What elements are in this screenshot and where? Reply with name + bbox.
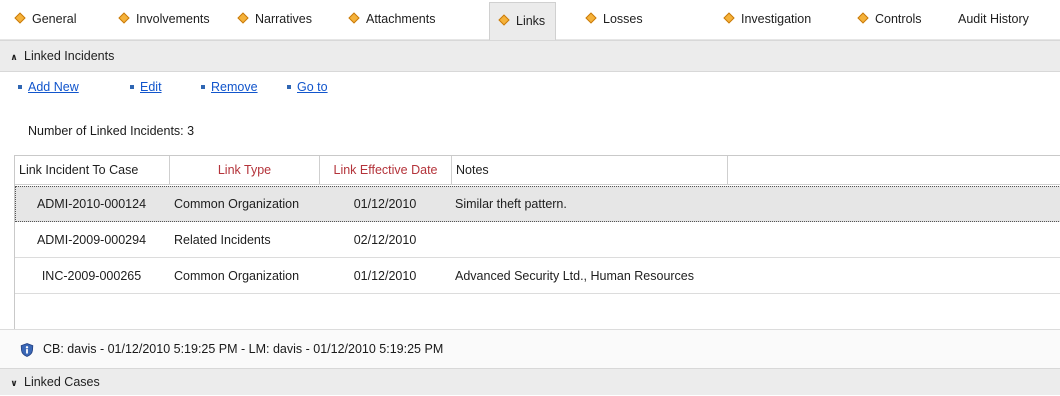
tab-investigation[interactable]: Investigation xyxy=(723,0,811,39)
cell-link-type: Common Organization xyxy=(174,269,300,283)
go-to-button[interactable]: Go to xyxy=(287,80,328,94)
grid-header: Link Incident To Case Link Type Link Eff… xyxy=(15,156,1060,185)
cell-notes xyxy=(455,222,755,258)
column-header-notes[interactable]: Notes xyxy=(452,156,728,185)
cell-effective-date: 01/12/2010 xyxy=(353,269,417,283)
bullet-icon xyxy=(130,85,134,89)
tab-bar: General Involvements Narratives Attachme… xyxy=(0,0,1060,40)
tab-attachments[interactable]: Attachments xyxy=(348,0,435,39)
tab-audit-history[interactable]: Audit History xyxy=(958,0,1029,39)
column-header-effective-date[interactable]: Link Effective Date xyxy=(320,156,452,185)
audit-footer: CB: davis - 01/12/2010 5:19:25 PM - LM: … xyxy=(0,329,1060,369)
cell-link-type: Related Incidents xyxy=(174,233,271,247)
cell-effective-date: 02/12/2010 xyxy=(353,233,417,247)
cell-case: INC-2009-000265 xyxy=(41,269,142,283)
tab-losses[interactable]: Losses xyxy=(585,0,643,39)
diamond-icon xyxy=(585,12,597,24)
tab-controls[interactable]: Controls xyxy=(857,0,922,39)
tab-links[interactable]: Links xyxy=(489,2,557,40)
cell-link-type: Common Organization xyxy=(174,197,300,211)
table-row[interactable]: INC-2009-000265 Common Organization 01/1… xyxy=(15,258,1060,294)
table-row[interactable]: ADMI-2010-000124 Common Organization 01/… xyxy=(15,186,1060,222)
shield-icon xyxy=(20,343,34,357)
diamond-icon xyxy=(348,12,360,24)
linked-incidents-header[interactable]: ∧ Linked Incidents xyxy=(0,40,1060,72)
column-header-link-type[interactable]: Link Type xyxy=(170,156,320,185)
bullet-icon xyxy=(201,85,205,89)
add-new-button[interactable]: Add New xyxy=(18,80,79,94)
tab-involvements[interactable]: Involvements xyxy=(118,0,210,39)
tab-general[interactable]: General xyxy=(14,0,76,39)
diamond-icon xyxy=(723,12,735,24)
chevron-down-double-icon[interactable]: ∨ xyxy=(8,370,20,396)
audit-info: CB: davis - 01/12/2010 5:19:25 PM - LM: … xyxy=(43,342,444,356)
column-header-filler xyxy=(728,156,1060,185)
diamond-icon xyxy=(857,12,869,24)
cell-notes: Advanced Security Ltd., Human Resources xyxy=(455,269,695,283)
cell-case: ADMI-2009-000294 xyxy=(36,233,147,247)
chevron-up-double-icon[interactable]: ∧ xyxy=(8,42,20,72)
table-row[interactable]: ADMI-2009-000294 Related Incidents 02/12… xyxy=(15,222,1060,258)
diamond-icon xyxy=(237,12,249,24)
diamond-icon xyxy=(14,12,26,24)
bullet-icon xyxy=(18,85,22,89)
linked-incidents-count: Number of Linked Incidents: 3 xyxy=(28,124,195,138)
linked-incidents-grid: Link Incident To Case Link Type Link Eff… xyxy=(14,155,1060,330)
cell-notes: Similar theft pattern. xyxy=(455,197,567,211)
bullet-icon xyxy=(287,85,291,89)
diamond-icon xyxy=(498,14,510,26)
diamond-icon xyxy=(118,12,130,24)
column-header-case[interactable]: Link Incident To Case xyxy=(15,156,170,185)
tab-narratives[interactable]: Narratives xyxy=(237,0,312,39)
edit-button[interactable]: Edit xyxy=(130,80,162,94)
cell-effective-date: 01/12/2010 xyxy=(353,197,417,211)
linked-cases-header[interactable]: ∨ Linked Cases xyxy=(0,368,1060,395)
remove-button[interactable]: Remove xyxy=(201,80,258,94)
cell-case: ADMI-2010-000124 xyxy=(36,197,147,211)
